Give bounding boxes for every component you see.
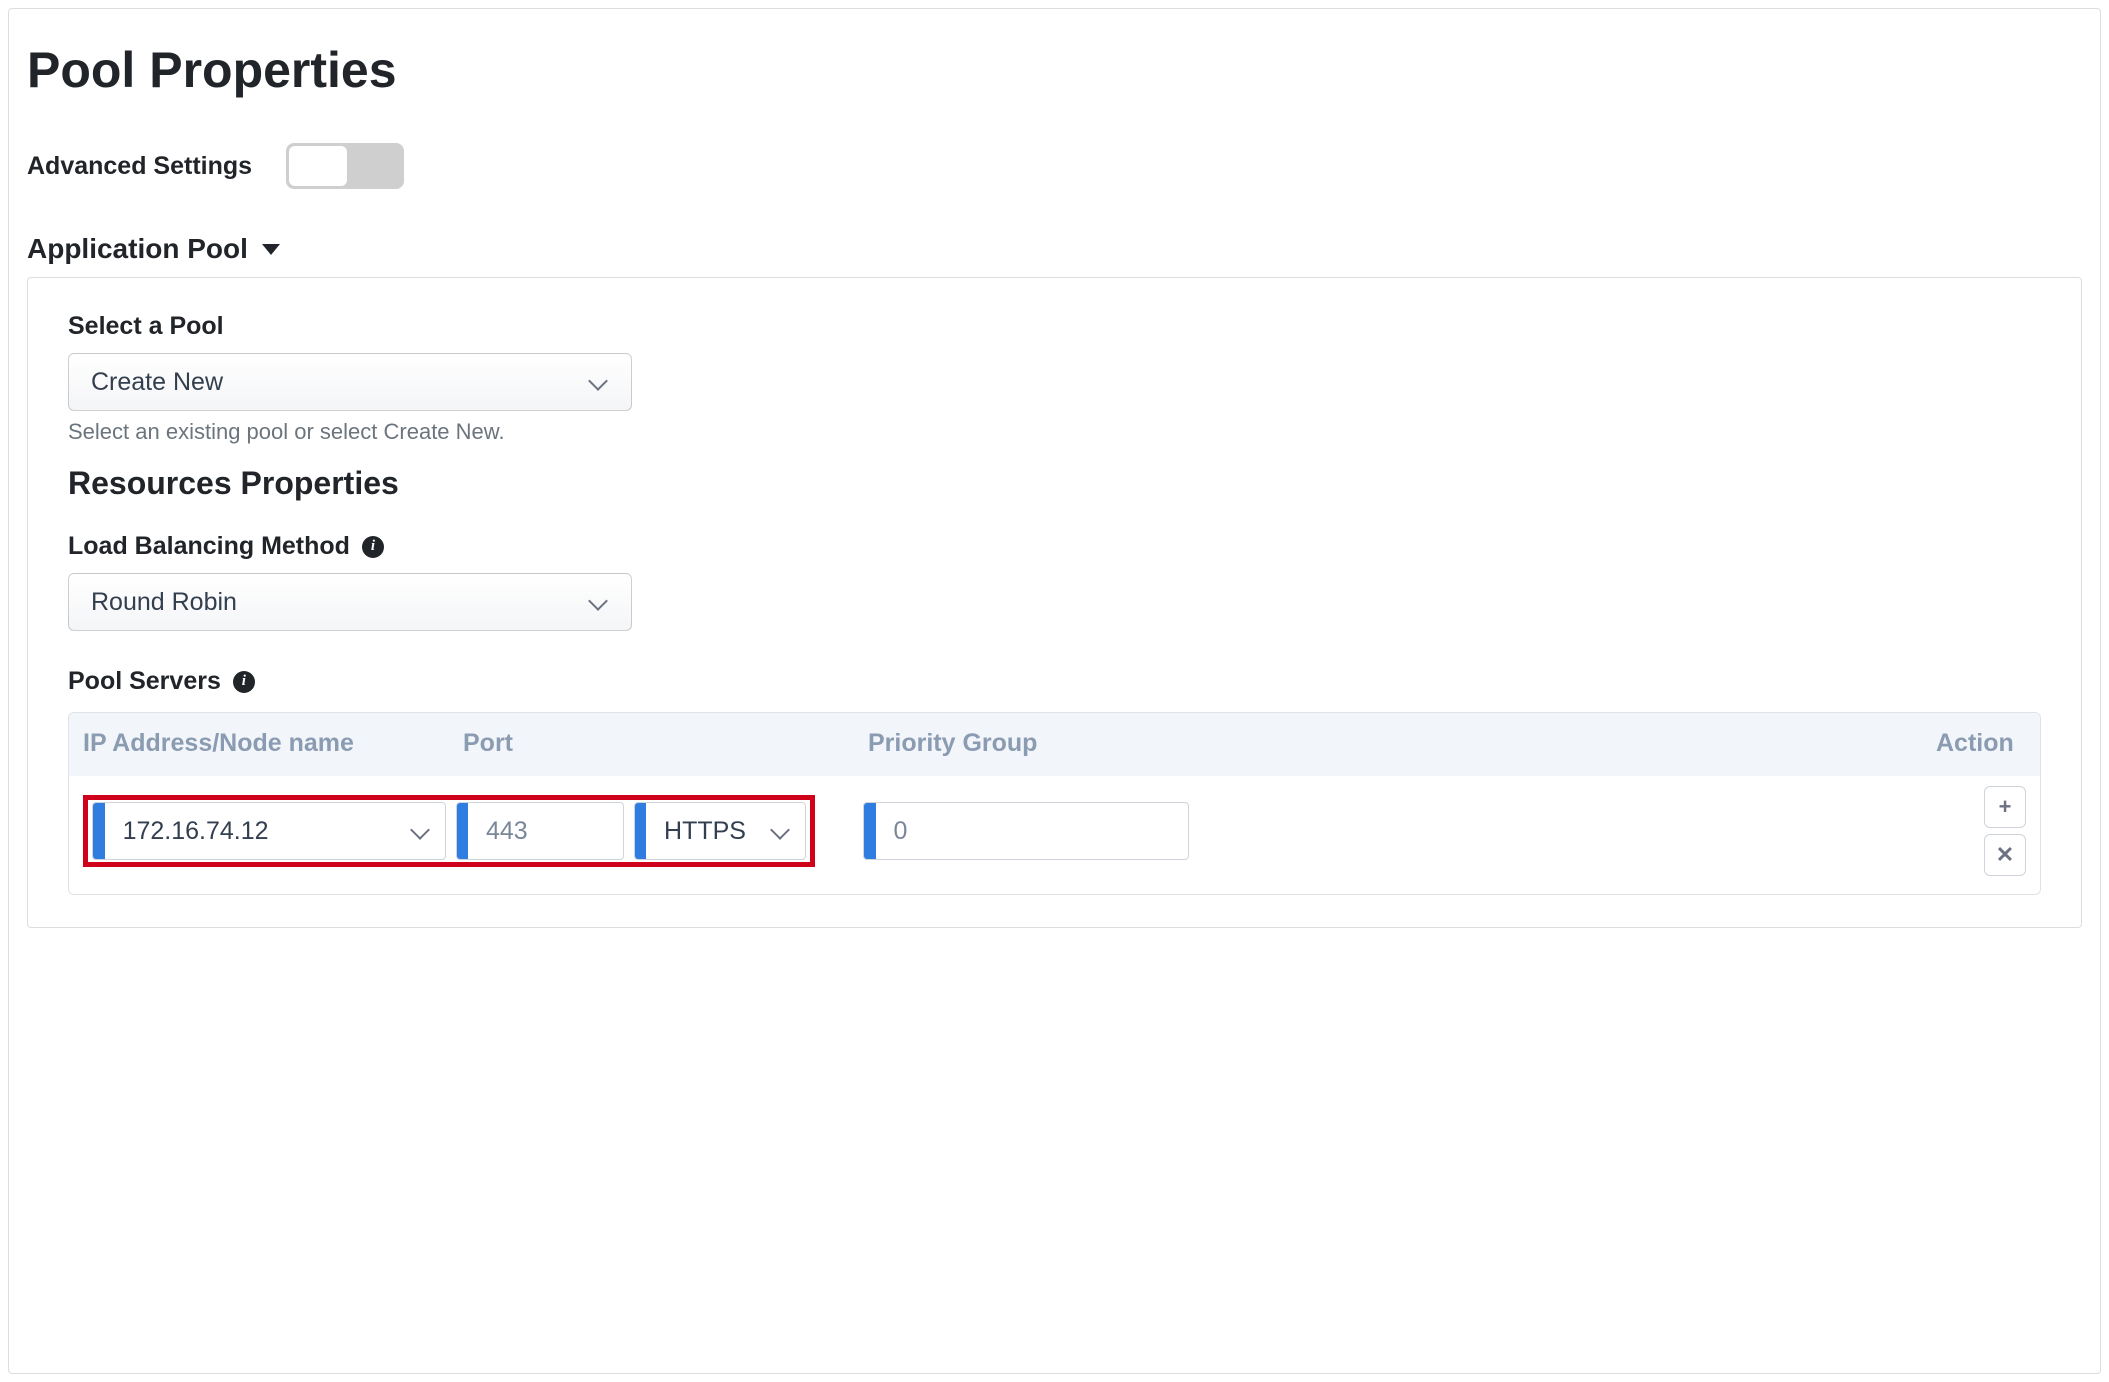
chevron-down-icon[interactable] [411,821,431,841]
table-row: + ✕ [69,776,2040,894]
th-priority: Priority Group [868,729,1238,758]
pool-servers-block: Pool Servers i IP Address/Node name Port… [68,667,2041,895]
blue-bar [93,803,105,859]
row-actions: + ✕ [1984,786,2026,876]
table-header: IP Address/Node name Port Priority Group… [69,713,2040,776]
select-pool-block: Select a Pool Create New Select an exist… [68,312,2041,445]
port-cell [456,802,624,860]
info-icon[interactable]: i [233,671,255,693]
blue-bar [457,803,468,859]
pool-servers-label: Pool Servers i [68,667,2041,696]
blue-bar [864,803,876,859]
caret-down-icon [262,244,280,255]
load-balancing-label-text: Load Balancing Method [68,532,350,561]
page-title: Pool Properties [27,41,2082,99]
pool-servers-table: IP Address/Node name Port Priority Group… [68,712,2041,895]
pool-properties-panel: Pool Properties Advanced Settings Applic… [8,8,2101,1374]
ip-input[interactable] [105,803,445,859]
chevron-down-icon [589,372,609,392]
select-pool-dropdown[interactable]: Create New [68,353,632,411]
th-action: Action [1936,729,2026,758]
select-pool-label: Select a Pool [68,312,2041,341]
info-icon[interactable]: i [362,536,384,558]
load-balancing-dropdown[interactable]: Round Robin [68,573,632,631]
load-balancing-value: Round Robin [91,588,237,617]
port-input[interactable] [468,803,623,859]
chevron-down-icon [589,592,609,612]
highlighted-inputs [83,795,815,867]
resources-properties-heading: Resources Properties [68,465,2041,502]
th-ip: IP Address/Node name [83,729,463,758]
close-icon: ✕ [1996,842,2014,868]
priority-input[interactable] [876,803,1188,859]
select-pool-help: Select an existing pool or select Create… [68,419,2041,445]
load-balancing-block: Load Balancing Method i Round Robin [68,532,2041,631]
application-pool-body: Select a Pool Create New Select an exist… [27,277,2082,928]
priority-cell [863,802,1189,860]
application-pool-header[interactable]: Application Pool [27,233,280,265]
chevron-down-icon[interactable] [771,821,791,841]
blue-bar [635,803,646,859]
protocol-cell [634,802,806,860]
toggle-knob [289,146,347,186]
load-balancing-label: Load Balancing Method i [68,532,2041,561]
advanced-settings-row: Advanced Settings [27,143,2082,189]
pool-servers-label-text: Pool Servers [68,667,221,696]
th-port: Port [463,729,868,758]
select-pool-value: Create New [91,368,223,397]
remove-row-button[interactable]: ✕ [1984,834,2026,876]
plus-icon: + [1999,794,2012,820]
advanced-settings-label: Advanced Settings [27,152,252,181]
application-pool-label: Application Pool [27,233,248,265]
advanced-settings-toggle[interactable] [286,143,404,189]
add-row-button[interactable]: + [1984,786,2026,828]
ip-cell [92,802,446,860]
